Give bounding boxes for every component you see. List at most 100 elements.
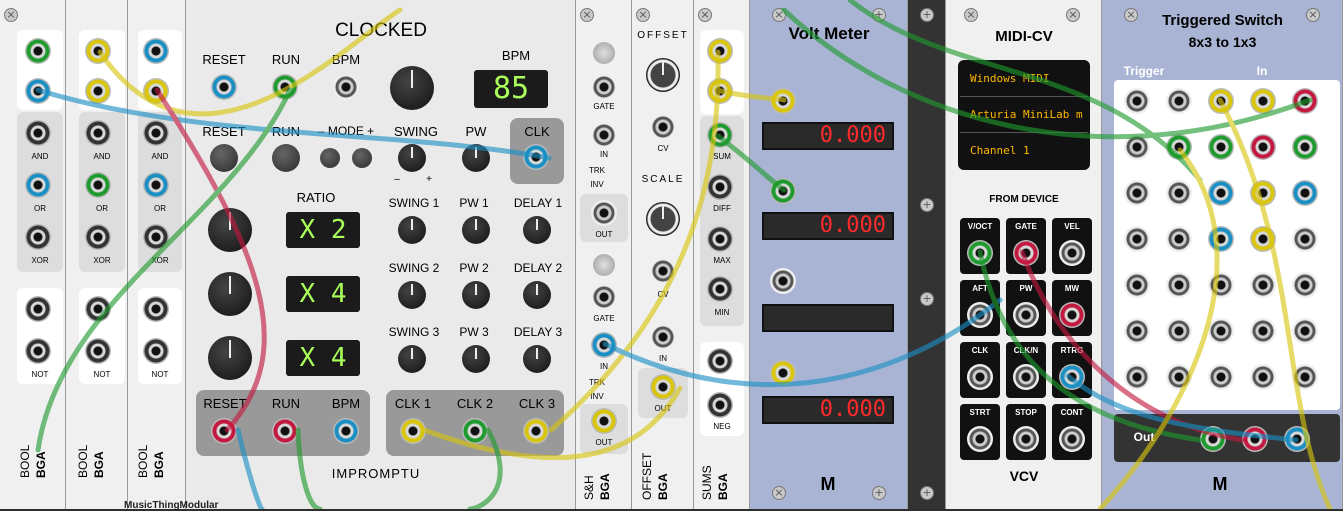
offset-cv-jack[interactable] xyxy=(650,114,676,140)
switch-out-2-jack[interactable] xyxy=(1242,426,1268,452)
midi-output-jack[interactable] xyxy=(1059,302,1085,328)
pw-2-knob[interactable] xyxy=(462,281,490,309)
switch-input-jack[interactable] xyxy=(1208,318,1234,344)
midi-output-jack[interactable] xyxy=(1059,426,1085,452)
swing-1-knob[interactable] xyxy=(398,216,426,244)
not-output-jack[interactable] xyxy=(25,338,51,364)
trigger-input-jack[interactable] xyxy=(1166,318,1192,344)
neg-input-jack[interactable] xyxy=(707,348,733,374)
sums-in-a-jack[interactable] xyxy=(707,38,733,64)
sh-2-button[interactable] xyxy=(593,254,615,276)
midi-output-jack[interactable] xyxy=(1013,302,1039,328)
clk2-output-jack[interactable] xyxy=(462,418,488,444)
reset-output-jack[interactable] xyxy=(211,418,237,444)
midi-channel-select[interactable]: Channel 1 xyxy=(970,144,1086,157)
midi-output-jack[interactable] xyxy=(967,426,993,452)
delay-2-knob[interactable] xyxy=(523,281,551,309)
swing-knob[interactable] xyxy=(398,144,426,172)
delay-1-knob[interactable] xyxy=(523,216,551,244)
bpm-output-jack[interactable] xyxy=(333,418,359,444)
midi-driver-select[interactable]: Windows MIDI xyxy=(970,72,1086,85)
trigger-input-jack[interactable] xyxy=(1124,226,1150,252)
clk1-output-jack[interactable] xyxy=(400,418,426,444)
and-output-jack[interactable] xyxy=(85,120,111,146)
sh-1-in-jack[interactable] xyxy=(591,122,617,148)
swing-2-knob[interactable] xyxy=(398,281,426,309)
sh-1-out-jack[interactable] xyxy=(591,200,617,226)
trigger-input-jack[interactable] xyxy=(1124,272,1150,298)
ratio-1-knob[interactable] xyxy=(208,208,252,252)
bpm-input-jack[interactable] xyxy=(333,74,359,100)
switch-input-jack[interactable] xyxy=(1250,134,1276,160)
swing-3-knob[interactable] xyxy=(398,345,426,373)
offset-in-jack[interactable] xyxy=(650,324,676,350)
midi-output-jack[interactable] xyxy=(1059,240,1085,266)
xor-output-jack[interactable] xyxy=(25,224,51,250)
or-output-jack[interactable] xyxy=(143,172,169,198)
switch-input-jack[interactable] xyxy=(1250,180,1276,206)
sh-2-out-jack[interactable] xyxy=(591,408,617,434)
reset-input-jack[interactable] xyxy=(211,74,237,100)
switch-input-jack[interactable] xyxy=(1250,88,1276,114)
switch-input-jack[interactable] xyxy=(1250,364,1276,390)
midi-output-jack[interactable] xyxy=(1013,240,1039,266)
switch-input-jack[interactable] xyxy=(1208,88,1234,114)
switch-out-1-jack[interactable] xyxy=(1200,426,1226,452)
volt-input-3-jack[interactable] xyxy=(770,268,796,294)
switch-input-jack[interactable] xyxy=(1292,272,1318,298)
switch-input-jack[interactable] xyxy=(1250,272,1276,298)
pw-3-knob[interactable] xyxy=(462,345,490,373)
mode-plus-button[interactable] xyxy=(352,148,372,168)
switch-input-jack[interactable] xyxy=(1208,180,1234,206)
trigger-input-jack[interactable] xyxy=(1166,180,1192,206)
input-jack-a[interactable] xyxy=(85,38,111,64)
switch-input-jack[interactable] xyxy=(1208,272,1234,298)
and-output-jack[interactable] xyxy=(25,120,51,146)
scale-cv-jack[interactable] xyxy=(650,258,676,284)
volt-input-1-jack[interactable] xyxy=(770,88,796,114)
trigger-input-jack[interactable] xyxy=(1124,88,1150,114)
sh-2-in-jack[interactable] xyxy=(591,332,617,358)
switch-input-jack[interactable] xyxy=(1292,318,1318,344)
ratio-2-knob[interactable] xyxy=(208,272,252,316)
offset-knob[interactable] xyxy=(646,58,680,92)
clk3-output-jack[interactable] xyxy=(523,418,549,444)
trigger-input-jack[interactable] xyxy=(1124,364,1150,390)
switch-input-jack[interactable] xyxy=(1292,180,1318,206)
trigger-input-jack[interactable] xyxy=(1124,180,1150,206)
trigger-input-jack[interactable] xyxy=(1166,226,1192,252)
not-input-jack[interactable] xyxy=(143,296,169,322)
bpm-knob[interactable] xyxy=(390,66,434,110)
max-output-jack[interactable] xyxy=(707,226,733,252)
scale-knob[interactable] xyxy=(646,202,680,236)
input-jack-a[interactable] xyxy=(25,38,51,64)
switch-input-jack[interactable] xyxy=(1250,226,1276,252)
or-output-jack[interactable] xyxy=(85,172,111,198)
input-jack-b[interactable] xyxy=(25,78,51,104)
switch-input-jack[interactable] xyxy=(1292,364,1318,390)
run-input-jack[interactable] xyxy=(272,74,298,100)
switch-out-3-jack[interactable] xyxy=(1284,426,1310,452)
midi-output-jack[interactable] xyxy=(967,240,993,266)
switch-input-jack[interactable] xyxy=(1250,318,1276,344)
switch-input-jack[interactable] xyxy=(1208,134,1234,160)
clk-output-jack[interactable] xyxy=(523,144,549,170)
midi-output-jack[interactable] xyxy=(1013,426,1039,452)
mode-minus-button[interactable] xyxy=(320,148,340,168)
not-output-jack[interactable] xyxy=(143,338,169,364)
trigger-input-jack[interactable] xyxy=(1166,272,1192,298)
pw-knob[interactable] xyxy=(462,144,490,172)
sh-1-gate-jack[interactable] xyxy=(591,74,617,100)
input-jack-a[interactable] xyxy=(143,38,169,64)
run-button[interactable] xyxy=(272,144,300,172)
min-output-jack[interactable] xyxy=(707,276,733,302)
volt-input-4-jack[interactable] xyxy=(770,360,796,386)
trigger-input-jack[interactable] xyxy=(1124,134,1150,160)
delay-3-knob[interactable] xyxy=(523,345,551,373)
switch-input-jack[interactable] xyxy=(1292,226,1318,252)
switch-input-jack[interactable] xyxy=(1208,226,1234,252)
neg-output-jack[interactable] xyxy=(707,392,733,418)
midi-output-jack[interactable] xyxy=(1059,364,1085,390)
trigger-input-jack[interactable] xyxy=(1166,88,1192,114)
midi-output-jack[interactable] xyxy=(1013,364,1039,390)
